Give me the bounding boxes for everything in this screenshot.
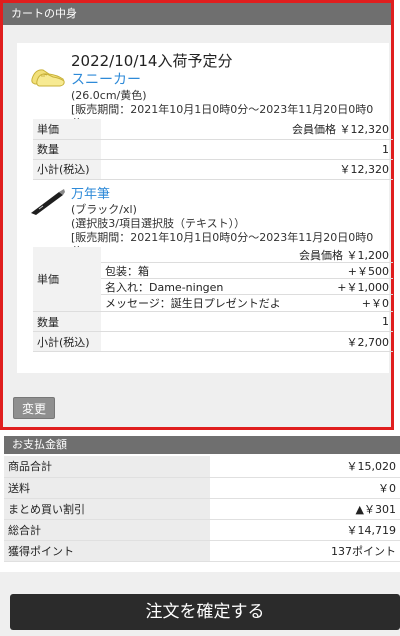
payment-row: 獲得ポイント 137ポイント [4, 540, 400, 562]
payment-value: 137ポイント [210, 540, 400, 562]
option-label: メッセージ：誕生日プレゼントだよ [105, 297, 281, 310]
release-date: 2022/10/14入荷予定分 [71, 52, 233, 70]
payment-row: まとめ買い割引 ▲￥301 [4, 498, 400, 520]
quantity-label: 数量 [33, 311, 101, 332]
product-option: (選択肢3/項目選択肢（テキスト）） [71, 217, 246, 230]
payment-label: まとめ買い割引 [4, 498, 210, 520]
checkout-page: カートの中身 2022/10/14入荷予定分 スニーカー (26.0cm/黄色)… [0, 0, 400, 636]
cart-section: カートの中身 2022/10/14入荷予定分 スニーカー (26.0cm/黄色)… [0, 0, 394, 430]
item-price-table: 単価 会員価格 ￥12,320 数量 1 小計(税込) ￥12,320 [33, 119, 393, 180]
subtotal-row: 小計(税込) ￥12,320 [33, 159, 393, 180]
subtotal-row: 小計(税込) ￥2,700 [33, 331, 393, 352]
quantity-row: 数量 1 [33, 139, 393, 160]
cart-list: 2022/10/14入荷予定分 スニーカー (26.0cm/黄色) [販売期間：… [17, 43, 393, 373]
product-name-link[interactable]: 万年筆 [71, 187, 383, 203]
payment-value: ￥0 [210, 477, 400, 499]
subtotal-label: 小計(税込) [33, 331, 101, 352]
subtotal-value: ￥2,700 [101, 331, 393, 352]
option-row: メッセージ：誕生日プレゼントだよ +￥0 [101, 295, 393, 311]
payment-label: 送料 [4, 477, 210, 499]
cart-section-title: カートの中身 [3, 3, 391, 25]
option-row: 名入れ：Dame-ningen +￥1,000 [101, 279, 393, 295]
unit-price-detail: 会員価格 ￥1,200 包装：箱 +￥500 名入れ：Dame-ningen +… [101, 247, 393, 312]
payment-section-title: お支払金額 [4, 436, 400, 454]
confirm-order-button[interactable]: 注文を確定する [10, 594, 400, 630]
product-variant: (ブラック/xl) [71, 203, 137, 216]
unit-price-value: 会員価格 ￥1,200 [101, 247, 393, 263]
payment-value: ▲￥301 [210, 498, 400, 520]
option-label: 名入れ：Dame-ningen [105, 280, 224, 294]
subtotal-label: 小計(税込) [33, 159, 101, 180]
item-price-table: 単価 会員価格 ￥1,200 包装：箱 +￥500 名入れ：Dame-ninge… [33, 247, 393, 352]
option-label: 包装：箱 [105, 264, 149, 278]
option-value: +￥500 [347, 264, 389, 278]
payment-row: 送料 ￥0 [4, 477, 400, 499]
option-row: 包装：箱 +￥500 [101, 263, 393, 279]
subtotal-value: ￥12,320 [101, 159, 393, 180]
quantity-label: 数量 [33, 139, 101, 160]
quantity-value: 1 [101, 311, 393, 332]
payment-label: 獲得ポイント [4, 540, 210, 562]
payment-row: 商品合計 ￥15,020 [4, 456, 400, 478]
confirm-area: 注文を確定する [0, 572, 400, 636]
unit-price-row: 単価 会員価格 ￥12,320 [33, 119, 393, 140]
product-variant: (26.0cm/黄色) [71, 89, 147, 102]
payment-label: 商品合計 [4, 456, 210, 478]
payment-label: 総合計 [4, 519, 210, 541]
unit-price-row: 単価 会員価格 ￥1,200 包装：箱 +￥500 名入れ：Dame-ninge… [33, 247, 393, 312]
change-button[interactable]: 変更 [13, 397, 55, 419]
unit-price-label: 単価 [33, 247, 101, 312]
payment-row: 総合計 ￥14,719 [4, 519, 400, 541]
option-value: +￥0 [361, 297, 389, 310]
unit-price-label: 単価 [33, 119, 101, 140]
product-name-link[interactable]: スニーカー [71, 71, 383, 89]
option-value: +￥1,000 [337, 280, 389, 294]
payment-value: ￥14,719 [210, 519, 400, 541]
payment-value: ￥15,020 [210, 456, 400, 478]
sneaker-icon[interactable] [29, 61, 67, 91]
quantity-row: 数量 1 [33, 311, 393, 332]
fountain-pen-icon[interactable] [29, 187, 67, 217]
unit-price-value: 会員価格 ￥12,320 [101, 119, 393, 140]
quantity-value: 1 [101, 139, 393, 160]
payment-table: 商品合計 ￥15,020 送料 ￥0 まとめ買い割引 ▲￥301 総合計 ￥14… [4, 456, 400, 562]
